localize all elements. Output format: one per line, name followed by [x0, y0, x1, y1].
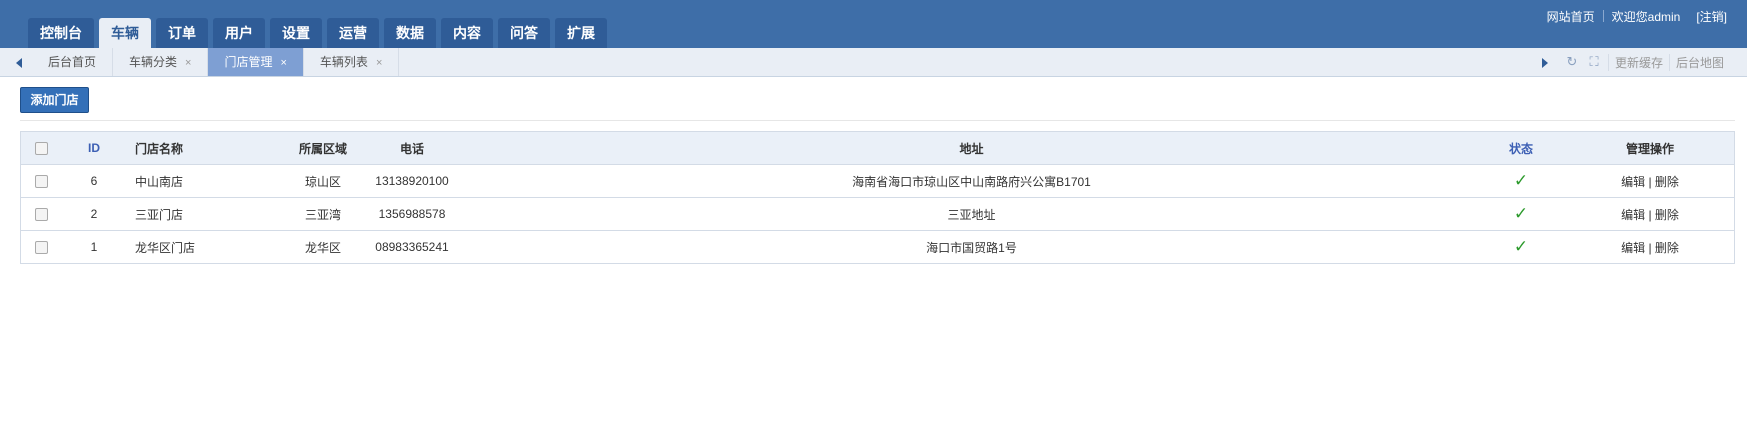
- row-checkbox[interactable]: [34, 241, 48, 255]
- table-row: 1 龙华区门店 龙华区 08983365241 海口市国贸路1号 ✓ 编辑 | …: [20, 230, 1735, 264]
- main-nav: 控制台 车辆 订单 用户 设置 运营 数据 内容 问答 扩展: [28, 18, 612, 48]
- close-icon[interactable]: ×: [376, 57, 382, 69]
- page-tab-vehicle-list[interactable]: 车辆列表 ×: [304, 48, 400, 76]
- cell-phone: 08983365241: [357, 230, 467, 264]
- divider: [20, 120, 1735, 121]
- nav-tab-qa[interactable]: 问答: [498, 18, 550, 48]
- refresh-icon[interactable]: ↻: [1564, 54, 1580, 70]
- row-checkbox[interactable]: [34, 208, 48, 222]
- delete-link[interactable]: 删除: [1655, 241, 1679, 255]
- cell-name: 三亚门店: [127, 197, 289, 231]
- col-id[interactable]: ID: [61, 131, 127, 165]
- row-select-cell: [20, 197, 61, 231]
- table-row: 2 三亚门店 三亚湾 1356988578 三亚地址 ✓ 编辑 | 删除: [20, 197, 1735, 231]
- scroll-right-icon[interactable]: [1542, 58, 1548, 68]
- nav-tab-users[interactable]: 用户: [213, 18, 265, 48]
- page-tab-strip: 后台首页 车辆分类 × 门店管理 × 车辆列表 × ↻ ⛶ 更新缓存 后台地图: [0, 48, 1747, 77]
- delete-link[interactable]: 删除: [1655, 208, 1679, 222]
- table-row: 6 中山南店 琼山区 13138920100 海南省海口市琼山区中山南路府兴公寓…: [20, 164, 1735, 198]
- nav-tab-settings[interactable]: 设置: [270, 18, 322, 48]
- select-all-checkbox[interactable]: [34, 142, 48, 156]
- nav-tab-dashboard[interactable]: 控制台: [28, 18, 94, 48]
- nav-tab-operations[interactable]: 运营: [327, 18, 379, 48]
- cell-id: 2: [61, 197, 127, 231]
- sitemap-link[interactable]: 后台地图: [1669, 53, 1730, 71]
- close-icon[interactable]: ×: [185, 57, 191, 69]
- edit-link[interactable]: 编辑: [1621, 241, 1645, 255]
- row-checkbox[interactable]: [34, 175, 48, 189]
- status-cell: ✓: [1476, 197, 1566, 231]
- scroll-left-icon[interactable]: [16, 58, 22, 68]
- cell-address: 海南省海口市琼山区中山南路府兴公寓B1701: [467, 164, 1476, 198]
- top-header: 控制台 车辆 订单 用户 设置 运营 数据 内容 问答 扩展 网站首页 欢迎您a…: [0, 0, 1747, 48]
- actions-cell: 编辑 | 删除: [1566, 164, 1735, 198]
- cell-address: 三亚地址: [467, 197, 1476, 231]
- add-store-button[interactable]: 添加门店: [20, 87, 89, 113]
- close-icon[interactable]: ×: [280, 57, 286, 69]
- actions-cell: 编辑 | 删除: [1566, 230, 1735, 264]
- delete-link[interactable]: 删除: [1655, 175, 1679, 189]
- action-separator: |: [1648, 207, 1652, 222]
- site-home-link[interactable]: 网站首页: [1539, 8, 1603, 25]
- edit-link[interactable]: 编辑: [1621, 175, 1645, 189]
- page-tab-label: 车辆列表: [319, 55, 368, 69]
- tab-tools: ↻ ⛶ 更新缓存 后台地图: [1564, 48, 1730, 76]
- cell-phone: 1356988578: [357, 197, 467, 231]
- page-tab-store-management[interactable]: 门店管理 ×: [208, 48, 304, 76]
- col-status[interactable]: 状态: [1476, 131, 1566, 165]
- row-select-cell: [20, 164, 61, 198]
- cell-phone: 13138920100: [357, 164, 467, 198]
- check-icon[interactable]: ✓: [1514, 204, 1528, 223]
- cell-address: 海口市国贸路1号: [467, 230, 1476, 264]
- page-tab-vehicle-category[interactable]: 车辆分类 ×: [113, 48, 209, 76]
- page-tab-label: 后台首页: [48, 55, 97, 69]
- page-tabs: 后台首页 车辆分类 × 门店管理 × 车辆列表 ×: [32, 48, 400, 76]
- cell-area: 琼山区: [289, 164, 357, 198]
- cell-name: 中山南店: [127, 164, 289, 198]
- status-cell: ✓: [1476, 230, 1566, 264]
- cell-area: 三亚湾: [289, 197, 357, 231]
- status-cell: ✓: [1476, 164, 1566, 198]
- check-icon[interactable]: ✓: [1514, 171, 1528, 190]
- nav-tab-vehicles[interactable]: 车辆: [99, 18, 151, 48]
- col-actions: 管理操作: [1566, 131, 1735, 165]
- logout-link[interactable]: [注销]: [1688, 8, 1735, 25]
- refresh-cache-link[interactable]: 更新缓存: [1608, 53, 1669, 71]
- select-all-cell: [20, 131, 61, 165]
- store-table: ID 门店名称 所属区域 电话 地址 状态 管理操作 6 中山南店 琼山区 13…: [20, 131, 1735, 264]
- nav-tab-orders[interactable]: 订单: [156, 18, 208, 48]
- welcome-text: 欢迎您admin: [1611, 10, 1681, 24]
- action-separator: |: [1648, 174, 1652, 189]
- col-address: 地址: [467, 131, 1476, 165]
- nav-tab-data[interactable]: 数据: [384, 18, 436, 48]
- row-select-cell: [20, 230, 61, 264]
- col-area: 所属区域: [289, 131, 357, 165]
- page-tab-label: 车辆分类: [129, 55, 178, 69]
- page-tab-admin-home[interactable]: 后台首页: [32, 48, 114, 76]
- top-links: 网站首页 欢迎您admin [注销]: [1539, 8, 1735, 25]
- cell-id: 1: [61, 230, 127, 264]
- fullscreen-icon[interactable]: ⛶: [1586, 54, 1602, 70]
- col-name: 门店名称: [127, 131, 289, 165]
- edit-link[interactable]: 编辑: [1621, 208, 1645, 222]
- col-phone: 电话: [357, 131, 467, 165]
- action-separator: |: [1648, 240, 1652, 255]
- actions-cell: 编辑 | 删除: [1566, 197, 1735, 231]
- nav-tab-extensions[interactable]: 扩展: [555, 18, 607, 48]
- cell-name: 龙华区门店: [127, 230, 289, 264]
- page-tab-label: 门店管理: [224, 55, 273, 69]
- cell-area: 龙华区: [289, 230, 357, 264]
- nav-tab-content[interactable]: 内容: [441, 18, 493, 48]
- table-header-row: ID 门店名称 所属区域 电话 地址 状态 管理操作: [20, 131, 1735, 165]
- check-icon[interactable]: ✓: [1514, 237, 1528, 256]
- cell-id: 6: [61, 164, 127, 198]
